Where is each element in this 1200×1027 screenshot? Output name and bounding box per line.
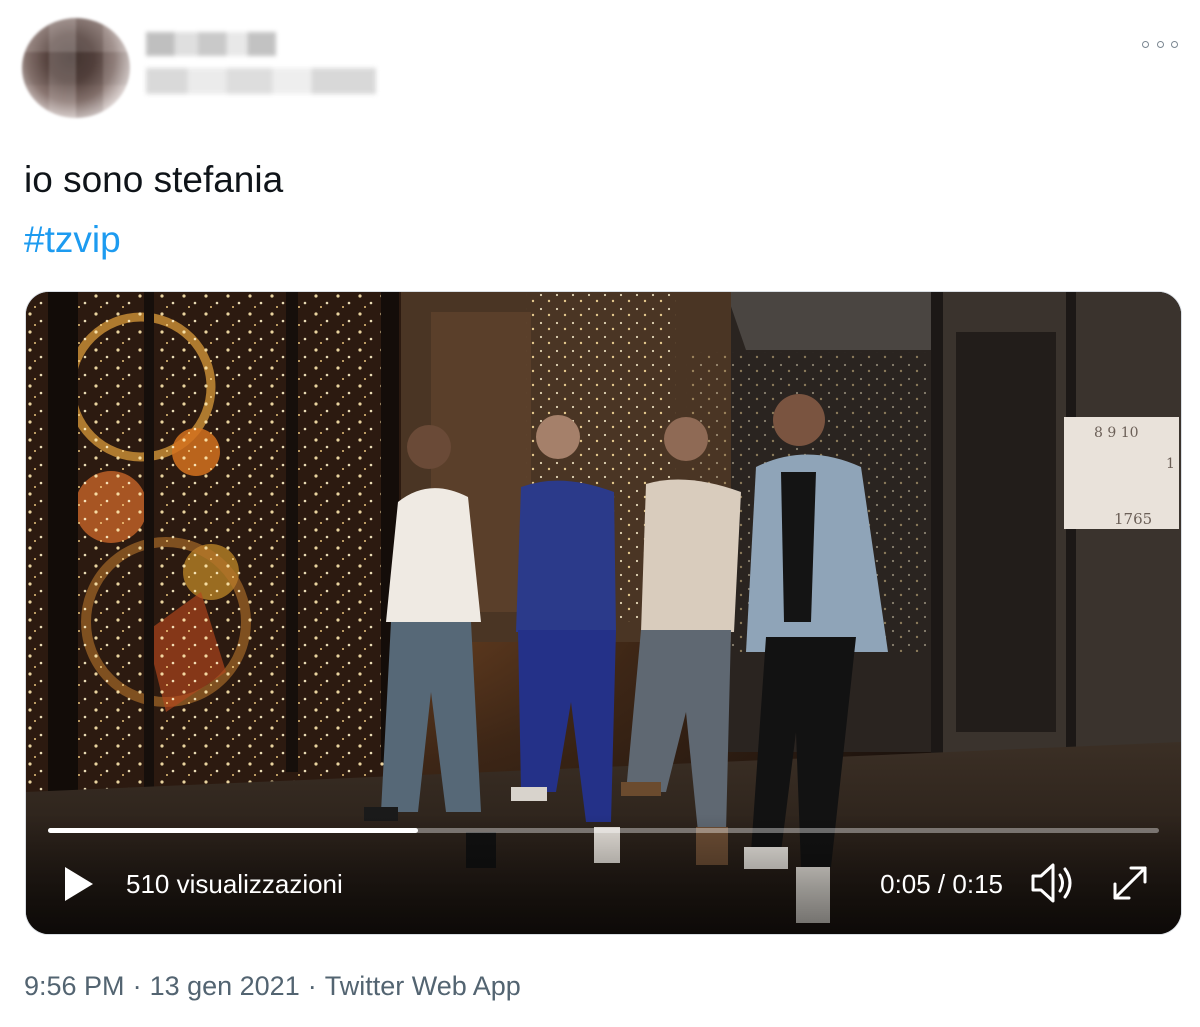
tweet-date-link[interactable]: 13 gen 2021 — [150, 971, 300, 1001]
username-blurred[interactable] — [146, 68, 376, 94]
tweet-header — [0, 0, 1200, 130]
progress-fill — [48, 828, 419, 833]
tweet-meta: 9:56 PM · 13 gen 2021 · Twitter Web App — [24, 966, 521, 1006]
dot-icon — [1142, 40, 1149, 48]
more-options-icon[interactable] — [1142, 36, 1178, 52]
dot-icon — [1156, 40, 1164, 48]
svg-text:1765: 1765 — [1114, 510, 1152, 528]
display-name-blurred[interactable] — [146, 32, 276, 56]
time-display: 0:05 / 0:15 — [880, 869, 1003, 899]
volume-icon — [1031, 863, 1072, 903]
hashtag-link[interactable]: #tzvip — [24, 216, 121, 264]
play-button[interactable] — [58, 862, 98, 906]
svg-text:1: 1 — [1166, 456, 1175, 472]
view-count: 510 visualizzazioni — [126, 869, 343, 899]
svg-text:8 9 10: 8 9 10 — [1094, 425, 1139, 441]
video-player[interactable]: 8 9 10 1 1765 510 visualizzazioni 0:05 /… — [25, 291, 1182, 935]
video-controls: 510 visualizzazioni 0:05 / 0:15 — [26, 814, 1181, 934]
tweet-source-link[interactable]: Twitter Web App — [325, 971, 521, 1001]
play-icon — [65, 867, 93, 901]
fullscreen-button[interactable] — [1107, 860, 1153, 906]
dot-icon — [1171, 40, 1178, 48]
fullscreen-icon — [1113, 866, 1147, 900]
tweet-text: io sono stefania — [24, 159, 284, 200]
progress-bar[interactable] — [48, 828, 1159, 833]
tweet-time-link[interactable]: 9:56 PM — [24, 971, 125, 1001]
volume-button[interactable] — [1027, 860, 1077, 906]
meta-separator: · — [307, 971, 317, 1001]
meta-separator: · — [132, 971, 142, 1001]
avatar[interactable] — [22, 18, 130, 118]
